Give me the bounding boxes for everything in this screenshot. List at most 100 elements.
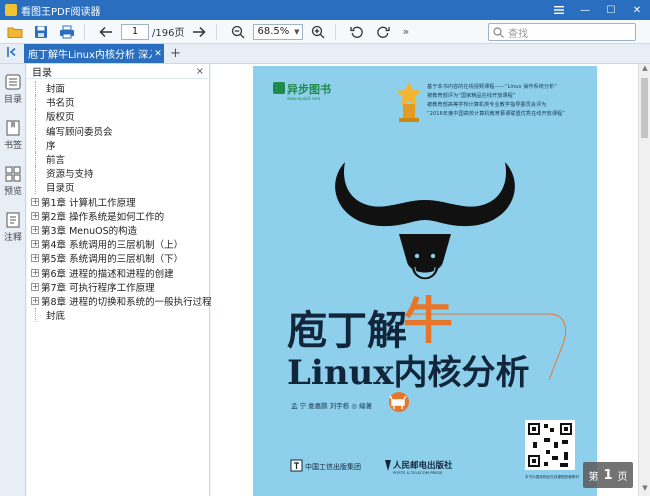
new-tab-button[interactable]: + [170,46,181,61]
menu-icon[interactable] [546,0,572,20]
tab-document[interactable]: 庖丁解牛Linux内核分析 深入理 ✕ [24,44,164,63]
toc-item[interactable]: 封面 [27,81,209,96]
award-line-2: 被教育部评为“国家精品在线开放课程” [427,91,516,99]
expand-plus-icon[interactable]: + [31,282,39,291]
save-button[interactable] [30,22,52,42]
miit-publishing-logo [290,459,303,472]
scroll-down-icon[interactable]: ▼ [639,484,650,496]
folder-icon [7,27,23,38]
toc-item[interactable]: 序 [27,137,209,152]
side-nav: 目录 书签 预览 注释 [0,64,26,496]
toc-item[interactable]: + 第5章 系统调用的三层机制（下） [27,251,209,265]
title-bar: 看图王PDF阅读器 — ☐ ✕ [0,0,650,20]
page-total: /196页 [152,28,185,39]
arrow-right-icon [193,26,207,37]
previous-page-button[interactable] [95,22,117,42]
toc-item[interactable]: 版权页 [27,109,209,124]
toc-item-label: 封底 [46,311,66,323]
cover-title-niu: 牛 [403,291,453,350]
toc-item[interactable]: + 第1章 计算机工作原理 [27,195,209,209]
zoom-select[interactable]: 68.5% ▼ [253,23,304,40]
toc-title: 目录 [32,67,52,79]
page-indicator: 第 1 页 [583,462,633,488]
qr-code [525,420,575,470]
tab-label: 庖丁解牛Linux内核分析 深入理 [28,50,152,61]
document-viewer[interactable]: 异步图书 www.epubit.com 基于本书内容的在线视频课程——“Linu… [211,64,638,496]
zoom-out-button[interactable] [227,22,249,42]
toc-item[interactable]: 书名页 [27,95,209,110]
toc-item[interactable]: + 第6章 进程的描述和进程的创建 [27,265,209,280]
toc-close-button[interactable]: × [196,66,204,77]
scroll-up-icon[interactable]: ▲ [639,64,650,76]
expand-plus-icon[interactable]: + [31,240,39,249]
page-number-input[interactable]: 1 [121,23,149,40]
print-button[interactable] [56,22,78,42]
sidebar-item-toc[interactable]: 目录 [0,74,26,105]
bull-horns-illustration [335,162,515,227]
toc-item-label: 第8章 进程的切换和系统的一般执行过程 [41,296,212,308]
toc-item-label: 第3章 MenuOS的构造 [41,225,138,237]
toc-item[interactable]: 资源与支持 [27,166,209,181]
rotate-left-icon [350,26,364,38]
sidebar-item-label: 书签 [3,141,22,151]
toc-list: 封面 书名页 版权页 编写顾问委员会序前言 资源与支持 目录页 + 第1章 计算机工作原理 + 第… [27,79,212,323]
app-logo-icon [5,4,17,16]
expand-plus-icon[interactable]: + [31,268,39,277]
tab-close-button[interactable]: ✕ [152,49,164,59]
next-page-button[interactable] [188,22,210,42]
toc-item[interactable]: + 第4章 系统调用的三层机制（上） [27,237,209,251]
minimize-button[interactable]: — [572,0,598,20]
toc-item[interactable]: 前言 [27,152,209,167]
rotate-right-button[interactable] [372,22,394,42]
scrollbar-thumb[interactable] [641,78,648,138]
sidebar-item-bookmarks[interactable]: 书签 [0,120,26,151]
toc-item-label: 第4章 系统调用的三层机制（上） [41,240,184,252]
collapse-sidebar-button[interactable] [0,47,24,60]
search-input[interactable]: 查找 [488,23,636,41]
tree-line [35,166,45,181]
annotation-icon [6,212,20,228]
zoom-in-button[interactable] [307,22,329,42]
open-file-button[interactable] [4,22,26,42]
toc-item[interactable]: + 第3章 MenuOS的构造 [27,223,209,237]
sidebar-item-preview[interactable]: 预览 [0,166,26,197]
expand-plus-icon[interactable]: + [31,254,39,263]
toc-item-label: 前言 [46,155,66,167]
rotate-right-icon [377,26,391,38]
award-line-4: “2016年度中国高校计算机教育慕课联盟优秀在线开放课程” [427,109,565,117]
book-cover: 异步图书 www.epubit.com 基于本书内容的在线视频课程——“Linu… [253,66,597,496]
cover-title-line-1: 庖丁解 [287,307,407,354]
ptpress-logo [385,460,391,471]
expand-plus-icon[interactable]: + [31,296,39,305]
toolbar-divider [335,23,337,40]
maximize-button[interactable]: ☐ [598,0,624,20]
expand-plus-icon[interactable]: + [31,211,39,220]
page-indicator-prefix: 第 [588,471,599,483]
toolbar-divider [84,23,85,40]
toc-item[interactable]: 编写顾问委员会 [27,123,209,138]
window-controls: — ☐ ✕ [546,0,650,20]
expand-plus-icon[interactable]: + [31,197,39,206]
toolbar-divider [216,23,218,40]
app-title: 看图王PDF阅读器 [21,6,101,18]
toc-item[interactable]: 目录页 [27,180,209,195]
more-tools-button[interactable]: » [402,25,409,38]
sidebar-item-annotations[interactable]: 注释 [0,212,26,243]
rotate-left-button[interactable] [346,22,368,42]
toc-item[interactable]: + 第7章 可执行程序工作原理 [27,280,209,294]
toc-item[interactable]: 封底 [27,308,209,323]
toc-item-label: 第1章 计算机工作原理 [41,197,136,209]
toc-item[interactable]: + 第8章 进程的切换和系统的一般执行过程 [27,294,212,308]
award-line-1: 基于本书内容的在线视频课程——“Linux 操作系统分析” [427,82,557,90]
save-icon [35,25,47,38]
sidebar-item-label: 注释 [3,233,22,243]
vertical-scrollbar[interactable]: ▲ ▼ [638,64,650,496]
tree-line [35,109,45,124]
close-window-button[interactable]: ✕ [624,0,650,20]
award-medal-icon [396,82,422,122]
tab-bar: 庖丁解牛Linux内核分析 深入理 ✕ + [0,44,650,64]
cover-authors: 孟 宁 娄嘉鹏 刘宇栋 ◎ 编著 [291,401,373,410]
toc-item[interactable]: + 第2章 操作系统是如何工作的 [27,209,209,223]
zoom-out-icon [232,25,245,38]
expand-plus-icon[interactable]: + [31,225,39,234]
